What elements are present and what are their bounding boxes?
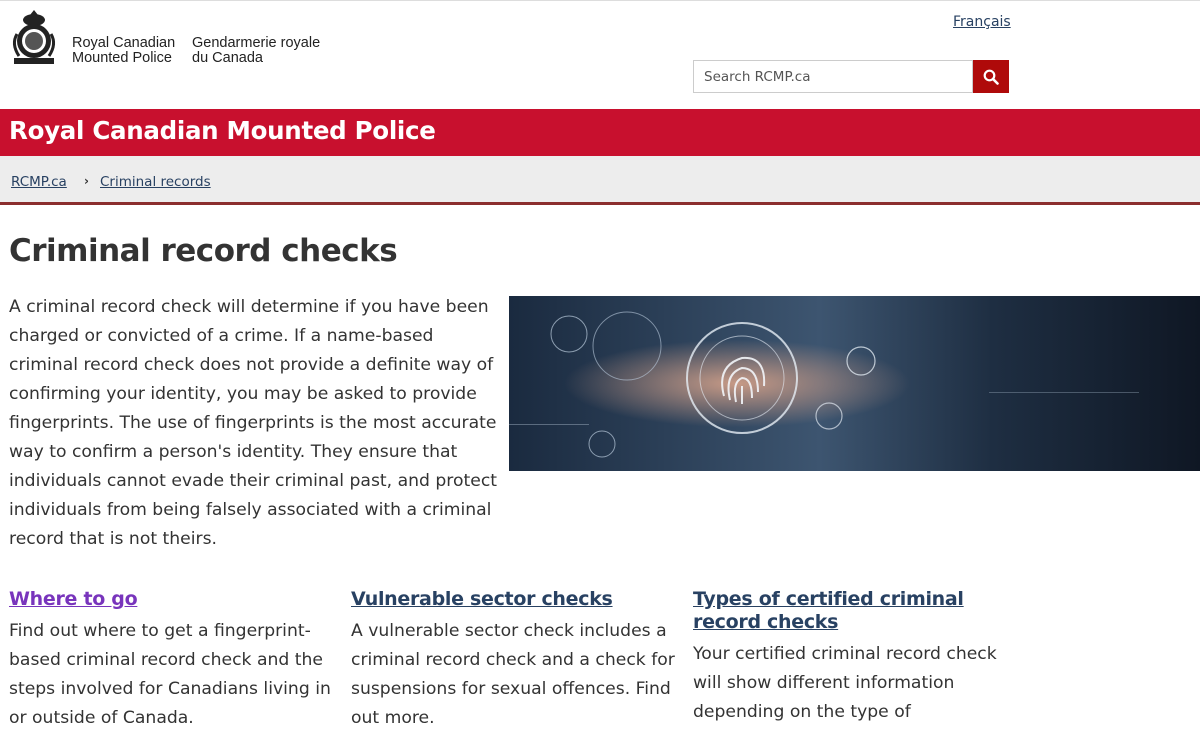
card-link-vulnerable-sector-checks[interactable]: Vulnerable sector checks (351, 588, 676, 611)
signature-english[interactable]: Royal Canadian Mounted Police (72, 36, 175, 66)
breadcrumb-item-criminal-records[interactable]: Criminal records (100, 174, 211, 190)
breadcrumb-item-home[interactable]: RCMP.ca (11, 174, 67, 190)
card-vulnerable-sector-checks: Vulnerable sector checks A vulnerable se… (351, 588, 676, 733)
card-link-where-to-go[interactable]: Where to go (9, 588, 334, 611)
site-header: Royal Canadian Mounted Police Gendarmeri… (0, 0, 1200, 109)
fingerprint-hero-image (509, 296, 1200, 471)
search-input[interactable] (693, 60, 973, 93)
card-link-types-of-certified-checks[interactable]: Types of certified criminal record check… (693, 588, 1003, 634)
card-where-to-go: Where to go Find out where to get a fing… (9, 588, 334, 733)
card-text: A vulnerable sector check includes a cri… (351, 621, 675, 728)
card-types-of-certified-checks: Types of certified criminal record check… (693, 588, 1003, 727)
chevron-right-icon: › (84, 174, 89, 188)
intro-paragraph: A criminal record check will determine i… (9, 297, 498, 549)
signature-en-line2: Mounted Police (72, 50, 172, 66)
search-icon (983, 69, 999, 85)
rcmp-crest-logo (12, 10, 56, 64)
page-title: Criminal record checks (9, 233, 398, 269)
site-title-banner: Royal Canadian Mounted Police (0, 109, 1200, 156)
signature-fr-line2: du Canada (192, 50, 263, 66)
signature-fr-line1: Gendarmerie royale (192, 35, 321, 51)
card-text: Find out where to get a fingerprint-base… (9, 621, 331, 728)
language-toggle-link[interactable]: Français (953, 14, 1011, 30)
search-button[interactable] (973, 60, 1009, 93)
card-text: Your certified criminal record check wil… (693, 644, 997, 722)
signature-en-line1: Royal Canadian (72, 35, 176, 51)
signature-french[interactable]: Gendarmerie royale du Canada (192, 36, 320, 66)
breadcrumb: RCMP.ca › Criminal records (0, 156, 1200, 205)
site-title[interactable]: Royal Canadian Mounted Police (9, 116, 436, 145)
